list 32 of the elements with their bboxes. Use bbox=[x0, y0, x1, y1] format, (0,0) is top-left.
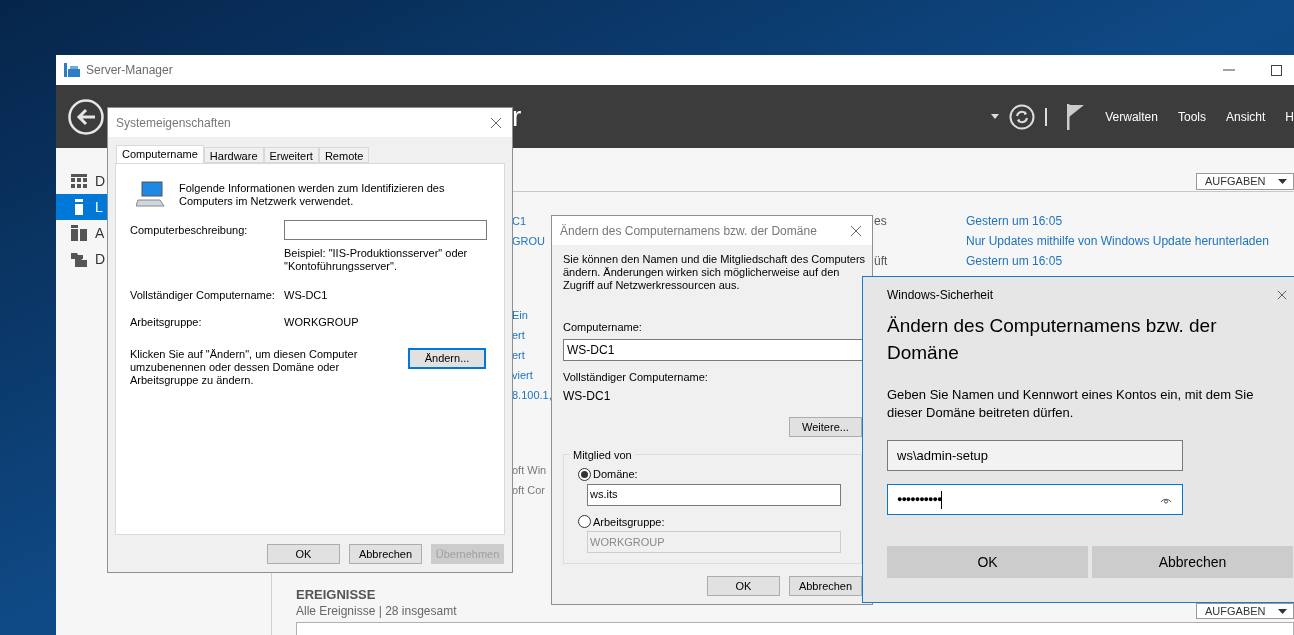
dialog-title: Windows-Sicherheit bbox=[887, 287, 994, 304]
field-value: WS-DC1 bbox=[284, 288, 328, 303]
intro-text: Sie können den Namen und die Mitgliedschaft des Computers ändern. Änderungen wirken sich möglicherweise auf den Zugriff auf Netzwerkressourcen aus. bbox=[563, 253, 867, 292]
intro-text: Folgende Informationen werden zum Identifizieren des Computers im Netzwerk verwendet. bbox=[179, 181, 446, 208]
section-subtitle: Alle Ereignisse | 28 insgesamt bbox=[296, 603, 457, 619]
field-label: Vollständiger Computername: bbox=[130, 288, 276, 303]
page-title: r bbox=[512, 99, 522, 134]
field-label: Vollständiger Computername: bbox=[563, 369, 709, 385]
change-hint-text: Klicken Sie auf "Ändern", um diesen Computer umzubenennen oder dessen Domäne oder Arbeitsgruppe zu ändern. bbox=[130, 348, 359, 387]
password-dots: ●●●●●●●●●● bbox=[897, 492, 942, 506]
sidebar-label: D bbox=[95, 249, 106, 269]
radio-label: Domäne: bbox=[593, 467, 638, 482]
field-value: WORKGROUP bbox=[284, 314, 359, 330]
hint-text: Beispiel: "IIS-Produktionsserver" oder "Kontoführungsserver". bbox=[284, 247, 469, 273]
sidebar-label: D bbox=[95, 171, 106, 191]
window-title: Server-Manager bbox=[86, 62, 173, 79]
property-value: oft Win bbox=[512, 464, 547, 476]
property-value: oft Cor bbox=[512, 484, 545, 496]
dialog-heading: Ändern des Computernamens bzw. der Domäne bbox=[887, 314, 1218, 365]
sidebar-label: L bbox=[95, 197, 103, 217]
property-label: üft bbox=[874, 254, 888, 268]
field-label: Computerbeschreibung: bbox=[130, 222, 249, 238]
message-text: Geben Sie Namen und Kennwort eines Kontos ein, mit dem Sie dieser Domäne beitreten dürfen. bbox=[887, 386, 1255, 422]
section-title: EREIGNISSE bbox=[296, 587, 376, 603]
sidebar-label: A bbox=[95, 223, 105, 243]
dialog-title: Ändern des Computernamens bzw. der Domäne bbox=[560, 222, 817, 240]
radio-label: Arbeitsgruppe: bbox=[593, 514, 665, 530]
field-label: Computername: bbox=[563, 320, 643, 335]
field-value: WS-DC1 bbox=[563, 388, 612, 405]
field-label: Arbeitsgruppe: bbox=[130, 314, 203, 330]
property-label: es bbox=[874, 214, 887, 228]
dialog-title: Systemeigenschaften bbox=[116, 114, 231, 132]
